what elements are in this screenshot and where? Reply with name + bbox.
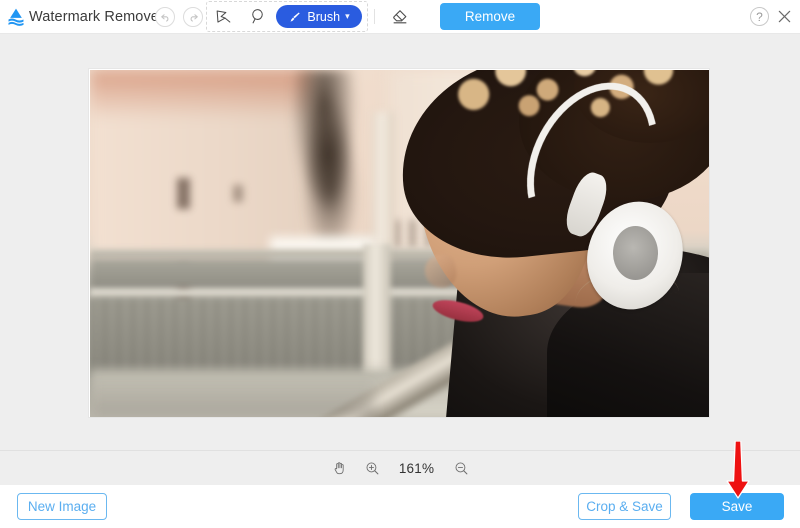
image-frame[interactable] [88,68,710,418]
polygon-select-icon [214,7,233,26]
zoom-out-icon [453,460,470,477]
brush-icon [288,10,302,24]
zoom-level-value: 161% [397,461,437,476]
undo-button[interactable] [155,7,175,27]
help-icon: ? [756,10,763,24]
wave-logo-icon [6,7,26,27]
header-toolbar: Watermark Remover [0,0,800,34]
undo-icon [160,12,171,23]
zoom-toolbar: 161% [0,451,800,485]
selection-tool-group: Brush ▾ [206,1,362,32]
new-image-button[interactable]: New Image [17,493,107,520]
crop-and-save-button[interactable]: Crop & Save [578,493,671,520]
brush-tool-button[interactable]: Brush ▾ [276,5,362,28]
source-photo[interactable] [90,70,710,418]
photo-subject [394,70,710,418]
redo-button[interactable] [183,7,203,27]
brush-tool-label: Brush [307,10,340,24]
save-button[interactable]: Save [690,493,784,520]
help-button[interactable]: ? [750,7,769,26]
pan-tool-button[interactable] [331,460,348,477]
eraser-icon [390,7,410,27]
remove-button[interactable]: Remove [440,3,540,30]
lasso-select-icon [248,7,267,26]
app-title: Watermark Remover [29,9,164,25]
chevron-down-icon: ▾ [345,12,350,21]
eraser-button[interactable] [385,2,415,31]
watermark-remover-window: Watermark Remover [0,0,800,528]
close-button[interactable] [775,7,794,26]
lasso-select-button[interactable] [240,1,274,32]
editor-canvas[interactable] [0,34,800,450]
polygon-select-button[interactable] [206,1,240,32]
brand: Watermark Remover [6,0,164,34]
zoom-in-button[interactable] [364,460,381,477]
zoom-out-button[interactable] [453,460,470,477]
history-button-group [155,7,203,27]
redo-icon [188,12,199,23]
zoom-in-icon [364,460,381,477]
close-icon [777,9,792,24]
toolbar-divider [374,9,375,24]
hand-pan-icon [331,460,348,477]
footer-bar: New Image Crop & Save Save [0,485,800,528]
